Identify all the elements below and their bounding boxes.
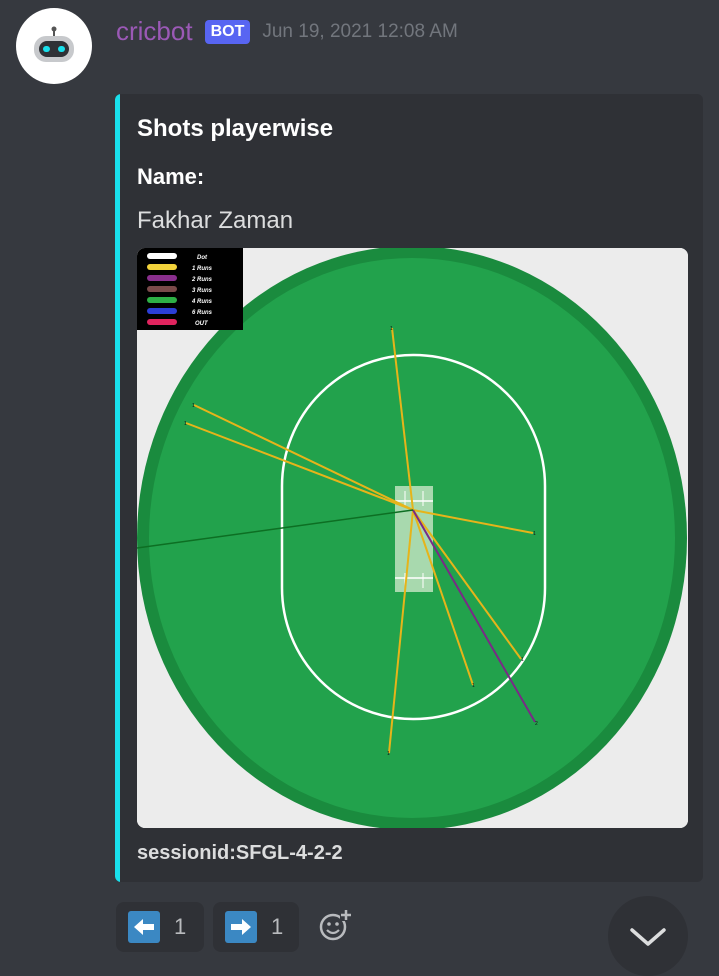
shot-label: 1 bbox=[387, 751, 390, 757]
reaction-arrow-left[interactable]: 1 bbox=[116, 902, 204, 952]
legend-swatch-4-runs bbox=[147, 297, 177, 303]
bot-badge: BOT bbox=[204, 19, 251, 44]
reaction-count: 1 bbox=[271, 914, 284, 939]
jump-to-bottom-button[interactable] bbox=[608, 896, 688, 976]
legend-label: OUT bbox=[195, 321, 209, 327]
embed-accent-bar bbox=[115, 94, 120, 882]
shot-label: 1 bbox=[192, 403, 195, 409]
legend-label: 4 Runs bbox=[191, 299, 213, 305]
wagon-wheel-legend: Dot 1 Runs 2 Runs 3 Runs 4 Runs 6 Runs O… bbox=[137, 248, 243, 330]
legend-label: 3 Runs bbox=[192, 288, 213, 294]
legend-swatch-dot bbox=[147, 253, 177, 259]
arrow-right-icon bbox=[225, 911, 257, 943]
reaction-count: 1 bbox=[174, 914, 187, 939]
arrow-left-icon bbox=[128, 911, 160, 943]
add-reaction-button[interactable] bbox=[318, 909, 352, 943]
reaction-arrow-right[interactable]: 1 bbox=[213, 902, 299, 952]
bot-avatar[interactable] bbox=[16, 8, 92, 84]
shot-label: 1 bbox=[472, 683, 475, 689]
legend-label: Dot bbox=[197, 255, 208, 261]
legend-swatch-2-runs bbox=[147, 275, 177, 281]
legend-label: 1 Runs bbox=[192, 266, 213, 272]
embed-image[interactable]: 1 1 1 1 1 1 1 2 Dot 1 Runs 2 Runs 3 Runs… bbox=[137, 248, 688, 828]
legend-label: 6 Runs bbox=[192, 310, 213, 316]
add-emoji-icon bbox=[319, 909, 352, 941]
embed-field-value: Fakhar Zaman bbox=[137, 207, 294, 234]
username[interactable]: cricbot bbox=[116, 16, 193, 47]
legend-swatch-3-runs bbox=[147, 286, 177, 292]
embed-field-name: Name: bbox=[137, 164, 205, 189]
message-timestamp[interactable]: Jun 19, 2021 12:08 AM bbox=[262, 21, 457, 43]
shot-label: 1 bbox=[521, 657, 524, 663]
embed-title: Shots playerwise bbox=[137, 115, 334, 142]
pitch bbox=[395, 486, 433, 592]
legend-swatch-out bbox=[147, 319, 177, 325]
message-header: cricbot BOT Jun 19, 2021 12:08 AM bbox=[116, 16, 458, 47]
shot-label: 1 bbox=[390, 326, 393, 332]
legend-label: 2 Runs bbox=[191, 277, 213, 283]
shot-label: 1 bbox=[184, 421, 187, 427]
embed: Shots playerwise Name: Fakhar Zaman 1 1 … bbox=[115, 94, 703, 882]
legend-swatch-6-runs bbox=[147, 308, 177, 314]
legend-swatch-1-runs bbox=[147, 264, 177, 270]
embed-footer: sessionid:SFGL-4-2-2 bbox=[137, 842, 343, 864]
shot-label: 1 bbox=[533, 531, 536, 537]
robot-icon bbox=[34, 26, 74, 62]
wagon-wheel-image: 1 1 1 1 1 1 1 2 Dot 1 Runs 2 Runs 3 Runs… bbox=[137, 248, 688, 828]
chevron-down-icon bbox=[630, 928, 666, 946]
shot-label: 2 bbox=[535, 721, 538, 727]
